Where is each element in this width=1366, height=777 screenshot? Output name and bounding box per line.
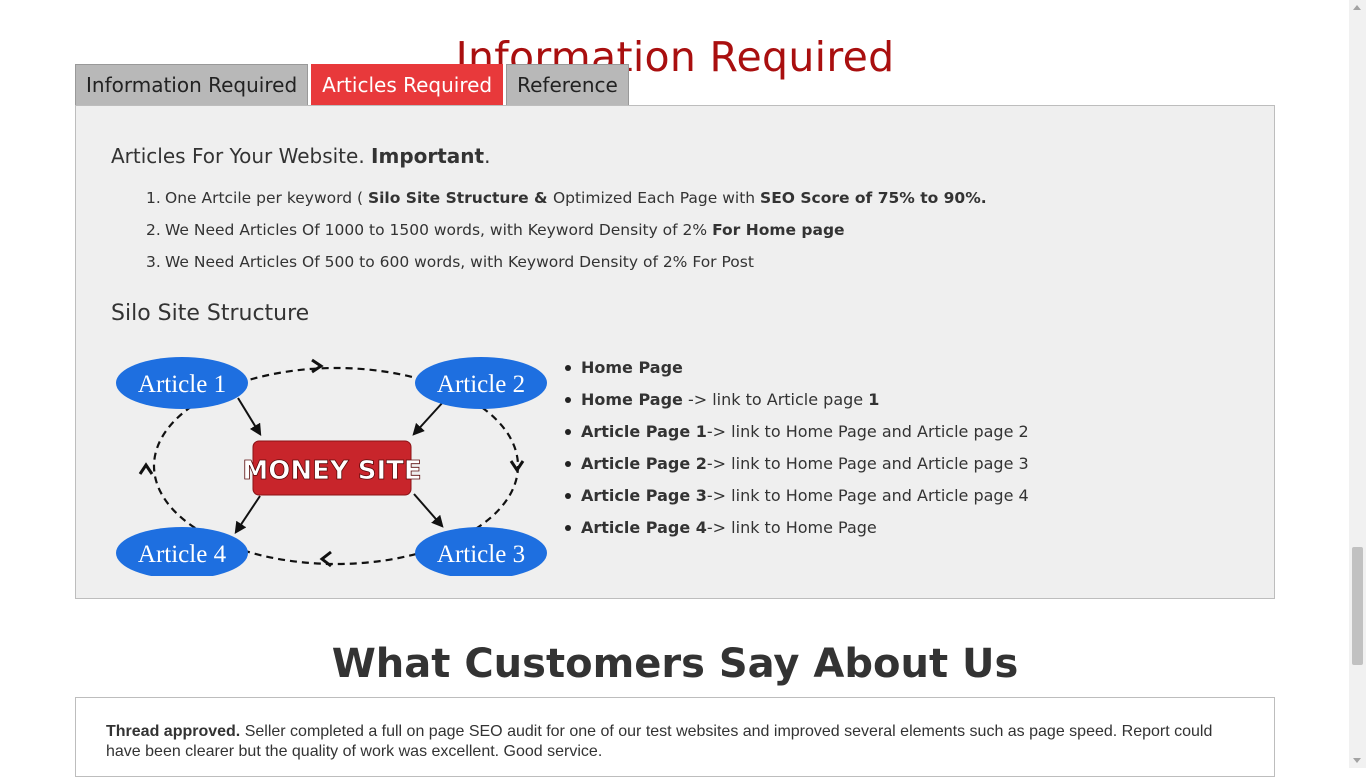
article-2-label: Article 2 bbox=[437, 371, 525, 398]
article-4-node: Article 4 bbox=[116, 527, 248, 576]
link-description: -> link to Home Page bbox=[706, 518, 877, 537]
arrow-bottom bbox=[319, 550, 332, 568]
requirement-text: One Artcile per keyword ( Silo Site Stru… bbox=[147, 189, 987, 207]
requirements-list: 1. One Artcile per keyword ( Silo Site St… bbox=[111, 186, 987, 282]
tab-articles-required[interactable]: Articles Required bbox=[311, 64, 504, 105]
link-structure-item: Article Page 1-> link to Home Page and A… bbox=[561, 420, 1029, 452]
intro-text: Articles For Your Website. bbox=[111, 144, 372, 168]
link-description: -> link to Home Page and Article page 2 bbox=[706, 422, 1029, 441]
requirement-item: 1. One Artcile per keyword ( Silo Site St… bbox=[111, 186, 987, 218]
requirement-emphasis: For Home page bbox=[712, 221, 845, 239]
intro-heading: Articles For Your Website. Important. bbox=[111, 144, 490, 168]
page-name: Article Page 1 bbox=[581, 422, 707, 441]
review-text: Seller completed a full on page SEO audi… bbox=[106, 723, 1213, 760]
requirement-number: 2. bbox=[146, 221, 161, 239]
requirement-item: 3. We Need Articles Of 500 to 600 words, … bbox=[111, 250, 987, 282]
requirement-number: 3. bbox=[146, 253, 161, 271]
link-arrow-3 bbox=[413, 493, 444, 528]
link-arrow-2 bbox=[412, 400, 445, 436]
link-structure-list: Home Page Home Page -> link to Article pa… bbox=[561, 356, 1029, 548]
requirement-emphasis: SEO Score of 75% to 90%. bbox=[760, 189, 987, 207]
money-site-node: MONEY SITE bbox=[242, 440, 422, 496]
tab-panel-articles: Articles For Your Website. Important. 1.… bbox=[75, 105, 1275, 599]
link-structure-item: Home Page -> link to Article page 1 bbox=[561, 388, 1029, 420]
link-structure-item: Article Page 2-> link to Home Page and A… bbox=[561, 452, 1029, 484]
link-arrow-4 bbox=[234, 495, 261, 534]
page-name: Home Page bbox=[581, 358, 683, 377]
intro-suffix: . bbox=[484, 144, 491, 168]
page-name: 1 bbox=[868, 390, 880, 409]
link-structure-item: Article Page 3-> link to Home Page and A… bbox=[561, 484, 1029, 516]
scroll-up-arrow-icon[interactable] bbox=[1353, 5, 1361, 10]
testimonial-card: Thread approved. Seller completed a full… bbox=[75, 697, 1275, 777]
article-4-label: Article 4 bbox=[138, 541, 227, 568]
intro-important: Important bbox=[371, 144, 485, 168]
page-name: Article Page 2 bbox=[581, 454, 707, 473]
link-structure-item: Article Page 4-> link to Home Page bbox=[561, 516, 1029, 548]
requirement-segment: Optimized Each Page with bbox=[552, 189, 761, 207]
testimonials-title: What Customers Say About Us bbox=[331, 641, 1019, 687]
link-structure-item: Home Page bbox=[561, 356, 1029, 388]
arrow-top bbox=[311, 358, 324, 374]
tab-reference[interactable]: Reference bbox=[506, 64, 629, 105]
article-3-node: Article 3 bbox=[415, 527, 547, 576]
link-description: -> link to Article page bbox=[682, 390, 869, 409]
requirement-number: 1. bbox=[146, 189, 161, 207]
arrow-right bbox=[509, 460, 525, 473]
arrow-left bbox=[138, 462, 154, 475]
scroll-thumb[interactable] bbox=[1352, 547, 1363, 665]
requirement-text: We Need Articles Of 500 to 600 words, wi… bbox=[147, 253, 754, 271]
tab-information-required[interactable]: Information Required bbox=[75, 64, 309, 105]
scroll-down-arrow-icon[interactable] bbox=[1353, 758, 1361, 763]
link-arrow-1 bbox=[237, 397, 262, 437]
requirement-text: We Need Articles Of 1000 to 1500 words, … bbox=[147, 221, 845, 239]
requirement-item: 2. We Need Articles Of 1000 to 1500 words… bbox=[111, 218, 987, 250]
requirement-segment: One Artcile per keyword ( bbox=[165, 189, 368, 207]
article-3-label: Article 3 bbox=[437, 541, 525, 568]
article-1-label: Article 1 bbox=[138, 371, 226, 398]
page-scrollbar[interactable] bbox=[1349, 0, 1366, 768]
requirement-emphasis: Silo Site Structure & bbox=[367, 189, 553, 207]
article-1-node: Article 1 bbox=[116, 357, 248, 409]
link-description: -> link to Home Page and Article page 4 bbox=[706, 486, 1029, 505]
silo-title: Silo Site Structure bbox=[111, 301, 310, 326]
article-2-node: Article 2 bbox=[415, 357, 547, 409]
page-name: Article Page 4 bbox=[581, 518, 707, 537]
requirement-segment: We Need Articles Of 500 to 600 words, wi… bbox=[165, 253, 754, 271]
money-site-label: MONEY SITE bbox=[242, 456, 421, 486]
page-name: Article Page 3 bbox=[581, 486, 707, 505]
requirement-segment: We Need Articles Of 1000 to 1500 words, … bbox=[165, 221, 713, 239]
page-name: Home Page bbox=[581, 390, 683, 409]
silo-diagram: Article 1 Article 2 Article 3 Article 4 … bbox=[116, 357, 547, 576]
tab-bar: Information Required Articles Required R… bbox=[75, 64, 632, 106]
link-description: -> link to Home Page and Article page 3 bbox=[706, 454, 1029, 473]
review-headline: Thread approved. bbox=[106, 723, 241, 740]
